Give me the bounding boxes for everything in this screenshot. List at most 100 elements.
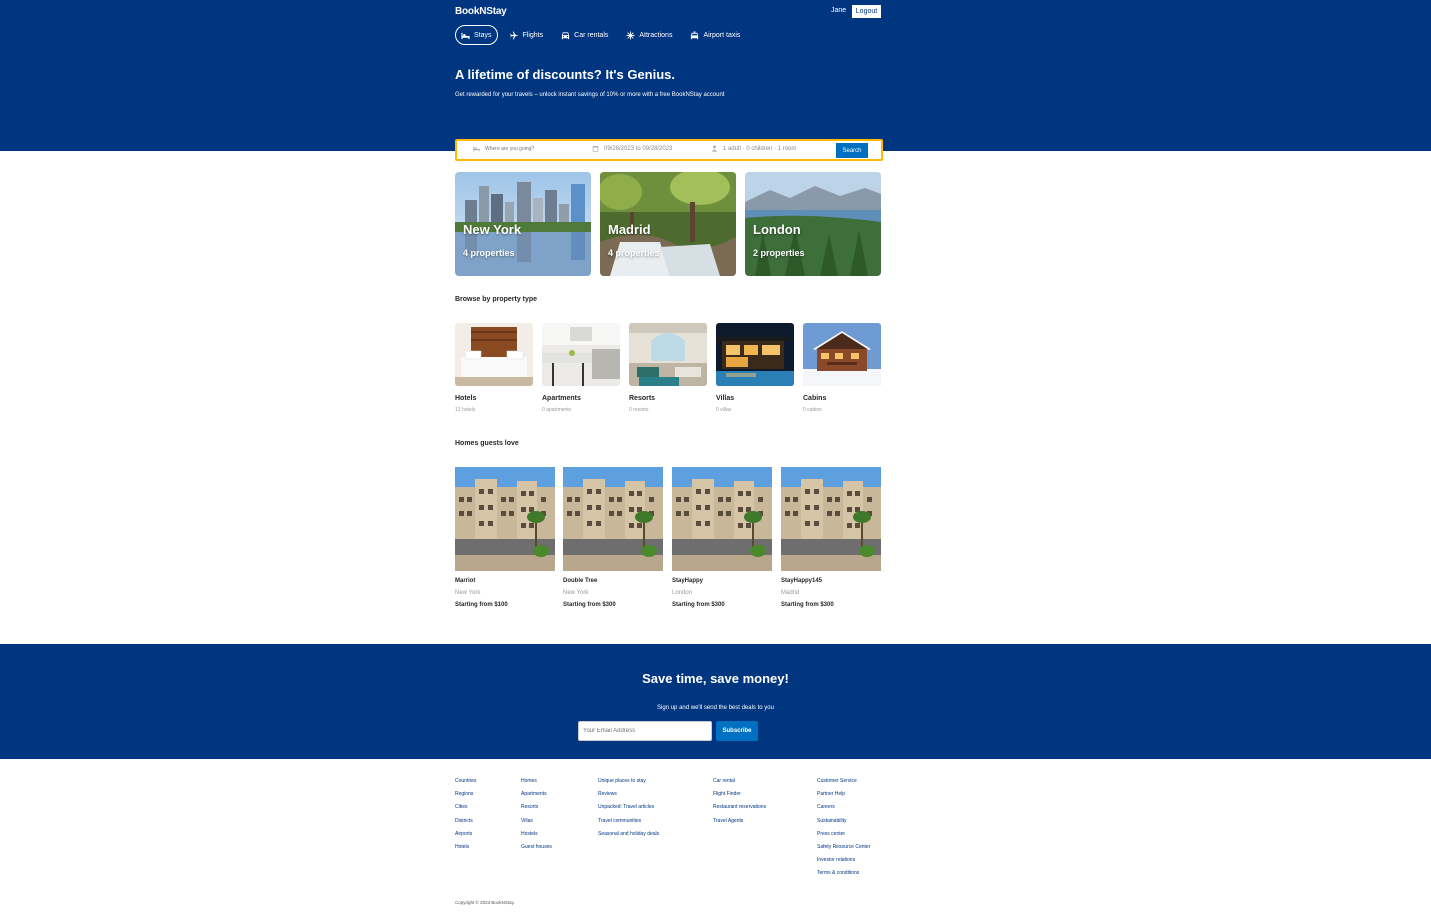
logout-button[interactable]: Logout [852, 5, 881, 18]
footer-link[interactable]: Cities [455, 803, 476, 816]
person-icon [712, 145, 717, 152]
footer-link[interactable]: Unique places to stay [598, 777, 659, 790]
footer-link[interactable]: Press center [817, 830, 870, 843]
property-type-image [629, 323, 707, 386]
destination-input[interactable] [485, 145, 575, 152]
property-type-villas[interactable]: Villas 0 villas [716, 323, 794, 413]
property-type-count: 0 villas [716, 407, 732, 413]
copyright: Copyright © 2023 BookNStay. [455, 900, 515, 905]
city-name: London [753, 222, 801, 237]
footer-link[interactable]: Districts [455, 817, 476, 830]
email-input[interactable] [578, 721, 712, 741]
plane-icon [509, 30, 519, 40]
home-name: Marriot [455, 578, 476, 584]
user-name: Jane [831, 7, 847, 14]
footer-link[interactable]: Resorts [521, 803, 552, 816]
nav-item-flights[interactable]: Flights [504, 25, 550, 45]
footer-link[interactable]: Unpacked: Travel articles [598, 803, 659, 816]
footer-link[interactable]: Partner Help [817, 790, 870, 803]
guests-field[interactable]: 1 adult · 0 children · 1 room [711, 145, 796, 152]
destination-field[interactable] [473, 145, 575, 152]
search-button[interactable]: Search [836, 143, 868, 158]
property-type-title: Browse by property type [455, 296, 538, 303]
property-type-cabins[interactable]: Cabins 0 cabins [803, 323, 881, 413]
city-card-new-york[interactable]: New York 4 properties [455, 172, 591, 276]
footer-link[interactable]: Car rental [713, 777, 766, 790]
footer-link[interactable]: Guest houses [521, 843, 552, 856]
footer-link[interactable]: Safety Resource Center [817, 843, 870, 856]
footer-link[interactable]: Customer Service [817, 777, 870, 790]
city-card-madrid[interactable]: Madrid 4 properties [600, 172, 736, 276]
home-price: Starting from $300 [563, 602, 616, 608]
property-type-name: Resorts [629, 395, 656, 402]
calendar-icon [592, 146, 599, 152]
property-type-count: 0 cabins [803, 407, 822, 413]
subscribe-button[interactable]: Subscribe [716, 721, 758, 741]
footer-link[interactable]: Travel communities [598, 817, 659, 830]
footer-link[interactable]: Hotels [455, 843, 476, 856]
footer-link[interactable]: Investor relations [817, 856, 870, 869]
property-type-name: Villas [716, 395, 735, 402]
footer-link[interactable]: Regions [455, 790, 476, 803]
nav-item-attractions[interactable]: Attractions [620, 25, 678, 45]
footer-link[interactable]: Travel Agents [713, 817, 766, 830]
home-price: Starting from $100 [455, 602, 508, 608]
footer-link[interactable]: Restaurant reservations [713, 803, 766, 816]
footer-link[interactable]: Homes [521, 777, 552, 790]
city-name: Madrid [608, 222, 651, 237]
property-type-name: Apartments [542, 395, 581, 402]
city-card-london[interactable]: London 2 properties [745, 172, 881, 276]
property-type-apartments[interactable]: Apartments 0 apartments [542, 323, 620, 413]
home-card-stayhappy145[interactable]: StayHappy145 Madrid Starting from $300 [781, 467, 881, 608]
car-icon [562, 31, 570, 39]
home-card-double-tree[interactable]: Double Tree New York Starting from $300 [563, 467, 663, 608]
property-type-image [542, 323, 620, 386]
footer-link[interactable]: Flight Finder [713, 790, 766, 803]
footer-column-3: Unique places to stay Reviews Unpacked: … [598, 777, 659, 843]
brand-logo[interactable]: BookNStay [455, 6, 507, 17]
footer-link[interactable]: Apartments [521, 790, 552, 803]
city-property-count: 4 properties [608, 248, 660, 258]
city-name: New York [463, 222, 522, 237]
header: BookNStay Jane Logout Stays Flights Car … [0, 0, 1431, 151]
footer-column-2: Homes Apartments Resorts Villas Hostels … [521, 777, 552, 856]
home-card-marriot[interactable]: Marriot New York Starting from $100 [455, 467, 555, 608]
taxi-icon [691, 30, 699, 39]
guests-summary: 1 adult · 0 children · 1 room [723, 145, 797, 152]
home-city: New York [563, 590, 589, 596]
hero-title: A lifetime of discounts? It's Genius. [455, 67, 676, 82]
footer-link[interactable]: Airports [455, 830, 476, 843]
footer-column-5: Customer Service Partner Help Careers Su… [817, 777, 870, 883]
footer-link[interactable]: Seasonal and holiday deals [598, 830, 659, 843]
footer-link[interactable]: Terms & conditions [817, 869, 870, 882]
property-type-resorts[interactable]: Resorts 0 resorts [629, 323, 707, 413]
home-card-stayhappy[interactable]: StayHappy London Starting from $300 [672, 467, 772, 608]
footer-link[interactable]: Sustainability [817, 817, 870, 830]
footer-link[interactable]: Villas [521, 817, 552, 830]
nav-label: Stays [474, 31, 492, 39]
footer-link[interactable]: Hostels [521, 830, 552, 843]
nav-item-car-rentals[interactable]: Car rentals [555, 25, 614, 45]
date-range: 09/28/2023 to 09/28/2023 [604, 145, 673, 152]
city-property-count: 4 properties [463, 248, 515, 258]
nav-item-stays[interactable]: Stays [455, 25, 498, 45]
nav-label: Flights [522, 31, 544, 39]
property-type-name: Hotels [455, 395, 477, 402]
footer-link[interactable]: Reviews [598, 790, 659, 803]
property-type-name: Cabins [803, 395, 827, 402]
nav-item-airport-taxis[interactable]: Airport taxis [684, 25, 746, 45]
home-image [672, 467, 772, 571]
home-image [455, 467, 555, 571]
property-type-hotels[interactable]: Hotels 13 hotels [455, 323, 533, 413]
property-type-count: 13 hotels [455, 407, 476, 413]
bed-icon [461, 32, 470, 39]
home-city: Madrid [781, 590, 800, 596]
date-field[interactable]: 09/28/2023 to 09/28/2023 [592, 145, 672, 152]
footer-column-4: Car rental Flight Finder Restaurant rese… [713, 777, 766, 830]
home-image [563, 467, 663, 571]
search-bar: 09/28/2023 to 09/28/2023 1 adult · 0 chi… [455, 139, 883, 161]
city-property-count: 2 properties [753, 248, 805, 258]
footer-link[interactable]: Countries [455, 777, 476, 790]
footer-link[interactable]: Careers [817, 803, 870, 816]
home-image [781, 467, 881, 571]
